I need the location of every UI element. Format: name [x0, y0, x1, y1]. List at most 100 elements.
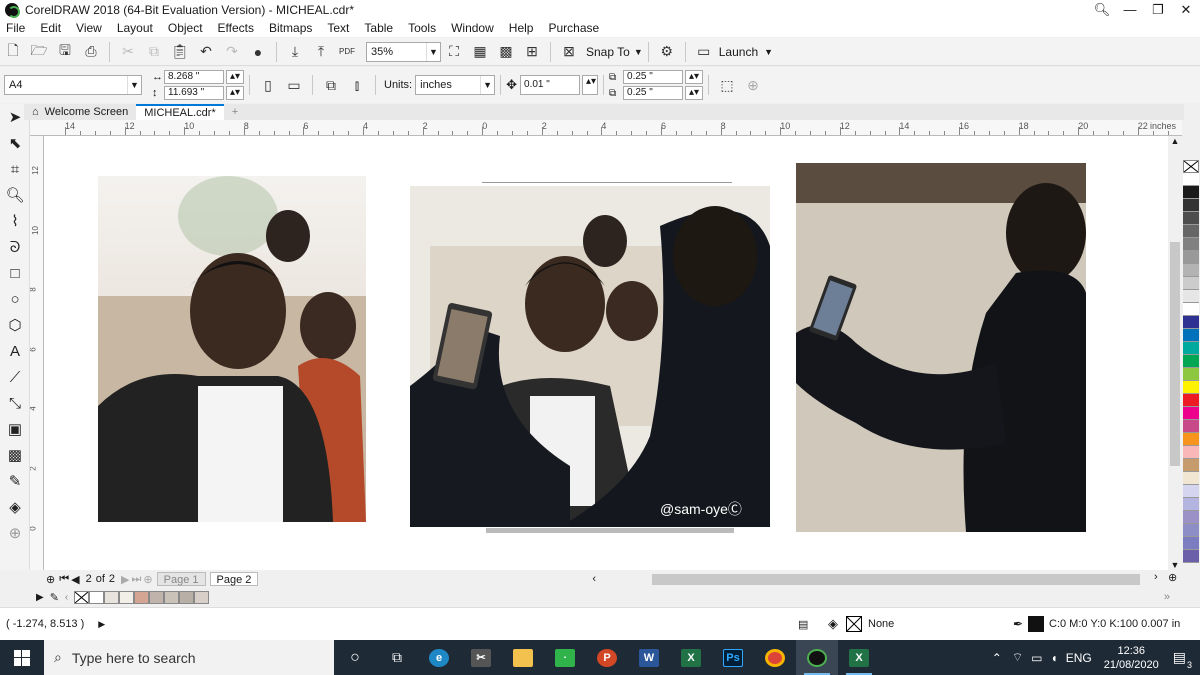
palette-swatch[interactable] [1183, 459, 1199, 472]
palette-swatch[interactable] [1183, 498, 1199, 511]
start-button[interactable] [0, 640, 44, 675]
show-grid-icon[interactable]: ▩ [495, 42, 517, 62]
launch-icon[interactable]: ▭ [693, 42, 715, 62]
volume-icon[interactable]: ◖ [1050, 651, 1057, 665]
palette-swatch[interactable] [1183, 420, 1199, 433]
doc-palette-swatch[interactable] [134, 590, 150, 604]
last-page-icon[interactable]: ⏭ [132, 573, 142, 586]
file-explorer-button[interactable] [502, 640, 544, 675]
taskbar-search[interactable]: ⌕ Type here to search [44, 640, 334, 675]
palette-swatch[interactable] [1183, 173, 1199, 186]
photo-composite[interactable]: @sam-oyeⒸ [410, 186, 770, 527]
palette-swatch[interactable] [1183, 355, 1199, 368]
menu-layout[interactable]: Layout [117, 21, 153, 35]
palette-swatch[interactable] [1183, 225, 1199, 238]
restore-button[interactable]: ❐ [1144, 0, 1172, 19]
show-hidden-icons-icon[interactable]: ⌃ [992, 651, 1002, 665]
cortana-button[interactable]: ○ [334, 640, 376, 675]
menu-object[interactable]: Object [168, 21, 203, 35]
doc-palette-swatch[interactable] [149, 590, 165, 604]
palette-swatch[interactable] [1183, 446, 1199, 459]
palette-swatch[interactable] [1183, 342, 1199, 355]
width-stepper[interactable]: ▴▾ [226, 70, 244, 84]
status-expand-icon[interactable]: ▶ [98, 619, 105, 630]
palette-swatch[interactable] [1183, 251, 1199, 264]
freehand-tool-icon[interactable]: ⌇ [0, 208, 30, 234]
nudge-stepper[interactable]: ▴▾ [582, 75, 599, 95]
expand-palette-icon[interactable]: » [1164, 591, 1170, 603]
save-icon[interactable]: 🖫 [54, 42, 76, 62]
drawing-canvas[interactable]: @sam-oyeⒸ [44, 136, 1168, 570]
redo-icon[interactable]: ↷ [221, 42, 243, 62]
full-screen-preview-icon[interactable]: ⛶ [443, 42, 465, 62]
scroll-right-icon[interactable]: › [1154, 571, 1158, 583]
no-color-swatch[interactable] [1183, 160, 1199, 173]
menu-window[interactable]: Window [451, 21, 494, 35]
excel-button[interactable]: X [670, 640, 712, 675]
palette-swatch[interactable] [1183, 290, 1199, 303]
publish-pdf-icon[interactable]: PDF [336, 42, 358, 62]
duplicate-y-stepper[interactable]: ▴▾ [685, 86, 704, 100]
copy-icon[interactable]: ⧉ [143, 42, 165, 62]
photoshop-button[interactable]: Ps [712, 640, 754, 675]
scroll-down-icon[interactable]: ▼ [1168, 560, 1182, 570]
snap-off-icon[interactable]: ⊠ [558, 42, 580, 62]
paste-icon[interactable]: 📋︎ [169, 42, 191, 62]
menu-purchase[interactable]: Purchase [548, 21, 599, 35]
duplicate-x-stepper[interactable]: ▴▾ [685, 70, 704, 84]
palette-swatch[interactable] [1183, 212, 1199, 225]
add-page-after-icon[interactable]: ⊕ [143, 573, 152, 586]
palette-swatch[interactable] [1183, 303, 1199, 316]
doc-palette-swatch[interactable] [179, 590, 195, 604]
help-icon[interactable]: 🔍︎ [1088, 0, 1116, 19]
color-proof-icon[interactable]: ▤ [798, 618, 808, 631]
menu-effects[interactable]: Effects [218, 21, 254, 35]
eyedropper-tool-icon[interactable]: ✎ [0, 468, 30, 494]
palette-swatch[interactable] [1183, 433, 1199, 446]
palette-swatch[interactable] [1183, 264, 1199, 277]
open-icon[interactable]: 🗁 [28, 42, 50, 62]
outline-swatch[interactable] [1028, 616, 1044, 632]
word-button[interactable]: W [628, 640, 670, 675]
add-icon[interactable]: ⊕ [742, 75, 764, 95]
scroll-left-icon[interactable]: ‹ [592, 573, 596, 585]
palette-swatch[interactable] [1183, 186, 1199, 199]
palette-swatch[interactable] [1183, 316, 1199, 329]
crop-tool-icon[interactable]: ⌗ [0, 156, 30, 182]
launch-button[interactable]: Launch [719, 45, 758, 59]
add-page-before-icon[interactable]: ⊕ [46, 573, 55, 586]
print-icon[interactable]: ⎙ [80, 42, 102, 62]
clock[interactable]: 12:36 21/08/2020 [1104, 644, 1159, 672]
undo-icon[interactable]: ↶ [195, 42, 217, 62]
doc-palette-swatch[interactable] [89, 590, 105, 604]
palette-swatch[interactable] [1183, 368, 1199, 381]
palette-menu-icon[interactable]: ▶ [36, 592, 44, 603]
units-combo[interactable]: inches ▼ [415, 75, 496, 95]
transparency-tool-icon[interactable]: ▩ [0, 442, 30, 468]
palette-swatch[interactable] [1183, 511, 1199, 524]
polygon-tool-icon[interactable]: ⬡ [0, 312, 30, 338]
doc-palette-swatch[interactable] [104, 590, 120, 604]
tab-micheal-document[interactable]: MICHEAL.cdr* [136, 104, 224, 120]
navigator-icon[interactable]: ⊕ [1168, 571, 1177, 584]
excel-open-button[interactable]: X [838, 640, 880, 675]
coreldraw-taskbar-button[interactable] [796, 640, 838, 675]
menu-file[interactable]: File [6, 21, 25, 35]
rectangle-tool-icon[interactable]: □ [0, 260, 30, 286]
tools-taskbar-button[interactable]: ✂ [460, 640, 502, 675]
portrait-icon[interactable]: ▯ [257, 75, 279, 95]
palette-swatch[interactable] [1183, 381, 1199, 394]
photo-selfie-kids[interactable] [98, 176, 366, 522]
menu-help[interactable]: Help [509, 21, 534, 35]
nudge-distance-field[interactable]: 0.01 " [520, 75, 581, 95]
duplicate-x-field[interactable]: 0.25 " [623, 70, 684, 84]
minimize-button[interactable]: — [1116, 0, 1144, 19]
vertical-ruler[interactable]: 12 10 8 6 4 2 0 [30, 136, 44, 570]
photo-boy-with-phone[interactable] [796, 163, 1086, 532]
doc-palette-swatch[interactable] [119, 590, 135, 604]
tab-welcome-screen[interactable]: ⌂ Welcome Screen [24, 104, 136, 120]
menu-text[interactable]: Text [327, 21, 349, 35]
doc-palette-swatch[interactable] [164, 590, 180, 604]
fill-swatch[interactable] [846, 616, 862, 632]
cut-icon[interactable]: ✂ [117, 42, 139, 62]
